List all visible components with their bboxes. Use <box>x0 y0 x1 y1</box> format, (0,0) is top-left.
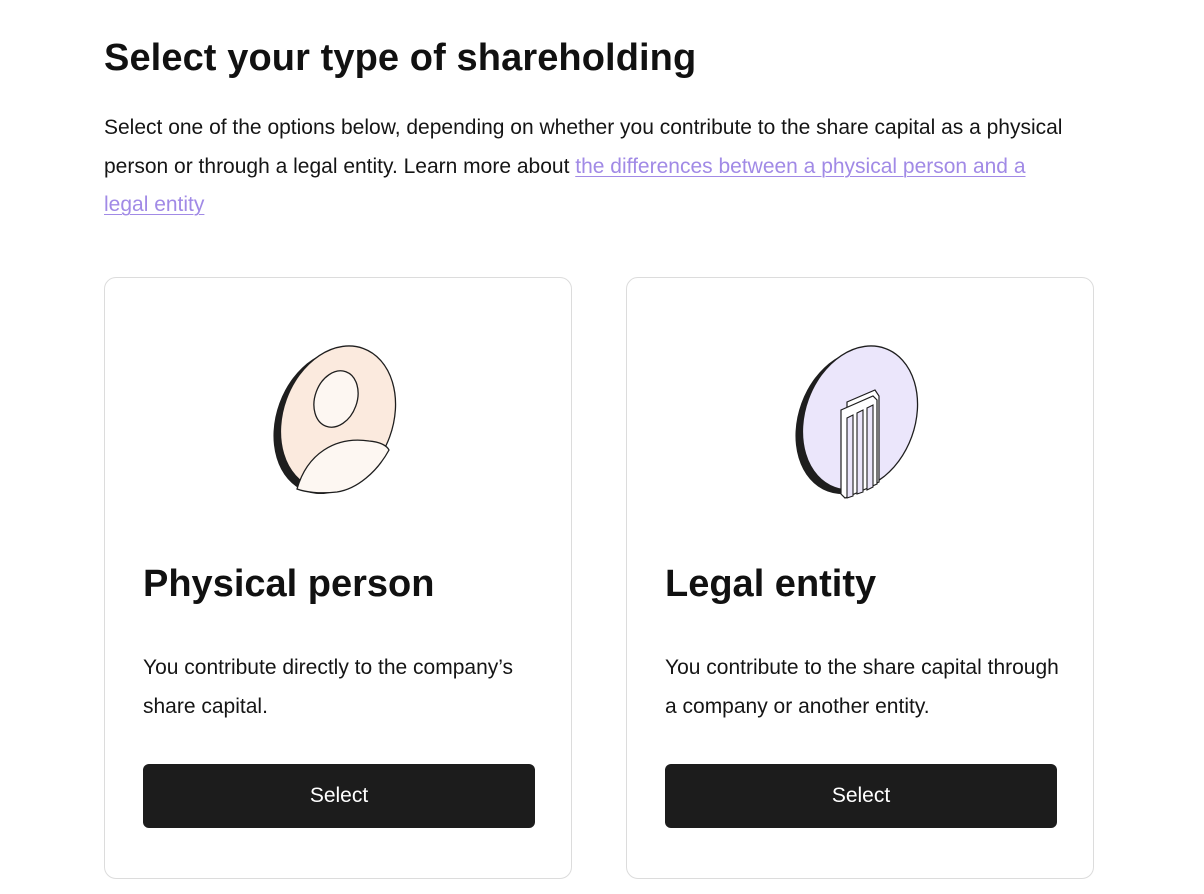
page-title: Select your type of shareholding <box>104 37 697 79</box>
legal-entity-title: Legal entity <box>665 563 877 605</box>
select-legal-entity-button[interactable]: Select <box>665 764 1057 828</box>
physical-person-title: Physical person <box>143 563 435 605</box>
person-coin-icon <box>273 345 397 495</box>
legal-entity-card[interactable]: Legal entity You contribute to the share… <box>626 277 1094 879</box>
building-coin-icon <box>795 345 919 499</box>
select-physical-person-button[interactable]: Select <box>143 764 535 828</box>
page: Select your type of shareholding Select … <box>0 0 1204 894</box>
physical-person-description: You contribute directly to the company’s… <box>143 656 514 718</box>
intro-paragraph: Select one of the options below, dependi… <box>104 109 1074 225</box>
legal-entity-description: You contribute to the share capital thro… <box>665 656 1059 718</box>
physical-person-card[interactable]: Physical person You contribute directly … <box>104 277 572 879</box>
